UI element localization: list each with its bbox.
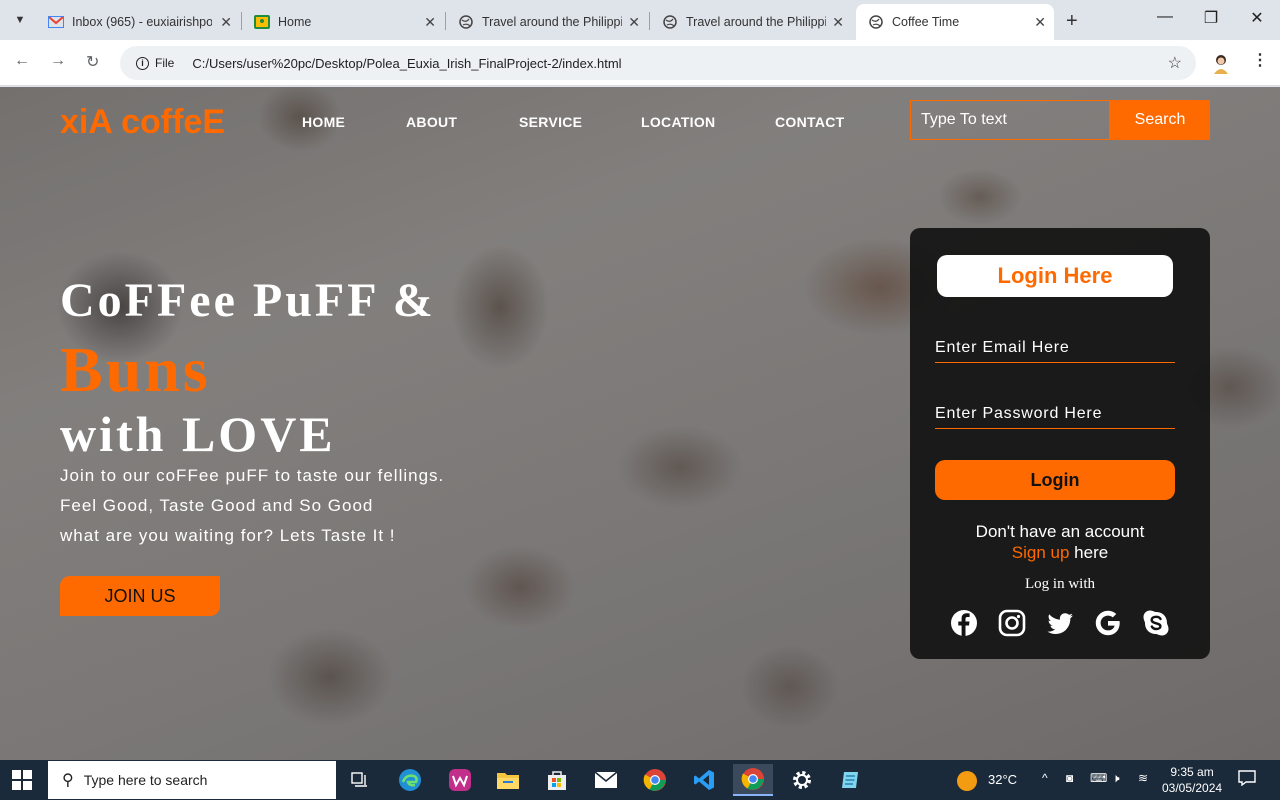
email-field[interactable] <box>935 333 1175 363</box>
instagram-icon[interactable] <box>998 609 1026 637</box>
tab-travel-1[interactable]: Travel around the Philippines ✕ <box>446 4 648 40</box>
edge-icon[interactable] <box>390 764 430 796</box>
wps-office-icon[interactable] <box>440 764 480 796</box>
password-field[interactable] <box>935 399 1175 429</box>
close-tab-icon[interactable]: ✕ <box>832 14 844 31</box>
log-in-with-label: Log in with <box>1025 576 1095 592</box>
hero-text-line-1: Join to our coFFee puFF to taste our fel… <box>60 466 445 485</box>
back-arrow-icon[interactable]: ← <box>14 52 30 70</box>
meet-now-icon[interactable]: ◙ <box>1066 771 1073 785</box>
twitter-icon[interactable] <box>1046 609 1074 637</box>
vscode-icon[interactable] <box>684 764 724 796</box>
nav-location[interactable]: LOCATION <box>641 114 715 130</box>
hero-heading-line-1: CoFFee PuFF & <box>60 274 436 327</box>
hero-text-line-2: Feel Good, Taste Good and So Good <box>60 496 374 515</box>
login-title: Login Here <box>937 255 1173 297</box>
notepad-icon[interactable] <box>831 764 871 796</box>
close-tab-icon[interactable]: ✕ <box>220 14 232 31</box>
close-tab-icon[interactable]: ✕ <box>424 14 436 31</box>
signup-prompt: Don't have an account Sign up here <box>975 522 1145 562</box>
windows-start-icon[interactable] <box>12 770 32 790</box>
login-button[interactable]: Login <box>935 460 1175 500</box>
file-explorer-icon[interactable] <box>488 764 528 796</box>
new-tab-plus-icon[interactable]: + <box>1066 10 1078 33</box>
notification-center-icon[interactable] <box>1238 770 1256 786</box>
tab-coffee-time[interactable]: Coffee Time ✕ <box>856 4 1054 40</box>
login-card: Login Here Login Don't have an account S… <box>910 228 1210 659</box>
classroom-icon <box>254 14 270 30</box>
hero-text-line-3: what are you waiting for? Lets Taste It … <box>60 526 396 545</box>
profile-avatar-icon[interactable] <box>1211 52 1231 74</box>
bookmark-star-icon[interactable]: ☆ <box>1168 53 1182 73</box>
reload-icon[interactable]: ↻ <box>86 52 99 72</box>
signup-link[interactable]: Sign up <box>1012 543 1070 562</box>
tab-strip: ▼ Inbox (965) - euxiairishpolea ✕ Home ✕… <box>0 0 1280 40</box>
hero-heading-line-3: with LOVE <box>60 406 336 462</box>
nav-home[interactable]: HOME <box>302 114 345 130</box>
facebook-icon[interactable] <box>950 609 978 637</box>
tab-travel-2[interactable]: Travel around the Philippines ✕ <box>650 4 852 40</box>
system-clock[interactable]: 9:35 am 03/05/2024 <box>1162 764 1222 796</box>
gmail-icon <box>48 14 64 30</box>
nav-about[interactable]: ABOUT <box>406 114 457 130</box>
weather-temperature[interactable]: 32°C <box>988 772 1017 787</box>
site-search-input[interactable] <box>910 100 1110 140</box>
close-window-icon[interactable]: ✕ <box>1242 8 1272 28</box>
weather-sun-icon[interactable] <box>956 770 978 792</box>
close-tab-icon[interactable]: ✕ <box>628 14 640 31</box>
volume-muted-icon[interactable]: 🕨 <box>1112 771 1120 786</box>
nav-service[interactable]: SERVICE <box>519 114 582 130</box>
tab-gmail[interactable]: Inbox (965) - euxiairishpolea ✕ <box>36 4 240 40</box>
globe-icon <box>458 14 474 30</box>
browser-menu-icon[interactable]: ⋮ <box>1252 50 1268 70</box>
coffee-page: xiA coffeE HOME ABOUT SERVICE LOCATION C… <box>0 87 1280 760</box>
site-logo[interactable]: xiA coffeE <box>60 103 225 142</box>
google-icon[interactable] <box>1094 609 1122 637</box>
restore-icon[interactable]: ❐ <box>1196 8 1226 28</box>
chrome-icon[interactable] <box>635 764 675 796</box>
skype-icon[interactable] <box>1142 609 1170 637</box>
search-icon: ⚲ <box>62 772 74 789</box>
tab-search-chevron-icon[interactable]: ▼ <box>8 8 32 32</box>
microsoft-store-icon[interactable] <box>537 764 577 796</box>
tray-chevron-up-icon[interactable]: ^ <box>1042 771 1048 785</box>
close-tab-icon[interactable]: ✕ <box>1034 14 1046 31</box>
globe-icon <box>868 14 884 30</box>
hero-heading-line-2: Buns <box>60 334 211 405</box>
tab-home[interactable]: Home ✕ <box>242 4 444 40</box>
browser-toolbar: ← → ↻ i File C:/Users/user%20pc/Desktop/… <box>0 40 1280 86</box>
chrome-active-icon[interactable] <box>733 764 773 796</box>
task-view-icon[interactable] <box>340 764 380 796</box>
site-search-button[interactable]: Search <box>1110 100 1210 140</box>
wifi-icon[interactable]: ≋ <box>1138 771 1148 785</box>
input-language-icon[interactable]: ⌨ <box>1090 771 1107 785</box>
settings-gear-icon[interactable] <box>782 764 822 796</box>
minimize-icon[interactable]: — <box>1150 8 1180 26</box>
join-us-button[interactable]: JOIN US <box>60 576 220 616</box>
site-info-chip[interactable]: i File <box>128 50 182 76</box>
forward-arrow-icon[interactable]: → <box>50 52 66 70</box>
address-bar[interactable]: i File C:/Users/user%20pc/Desktop/Polea_… <box>120 46 1196 80</box>
mail-icon[interactable] <box>586 764 626 796</box>
nav-contact[interactable]: CONTACT <box>775 114 845 130</box>
url-text[interactable]: C:/Users/user%20pc/Desktop/Polea_Euxia_I… <box>192 56 621 71</box>
globe-icon <box>662 14 678 30</box>
taskbar-search-box[interactable]: ⚲ Type here to search <box>48 761 336 799</box>
info-icon: i <box>136 56 149 70</box>
windows-taskbar: ⚲ Type here to search 32°C ^ ◙ ⌨ 🕨 ≋ 9:3… <box>0 760 1280 800</box>
